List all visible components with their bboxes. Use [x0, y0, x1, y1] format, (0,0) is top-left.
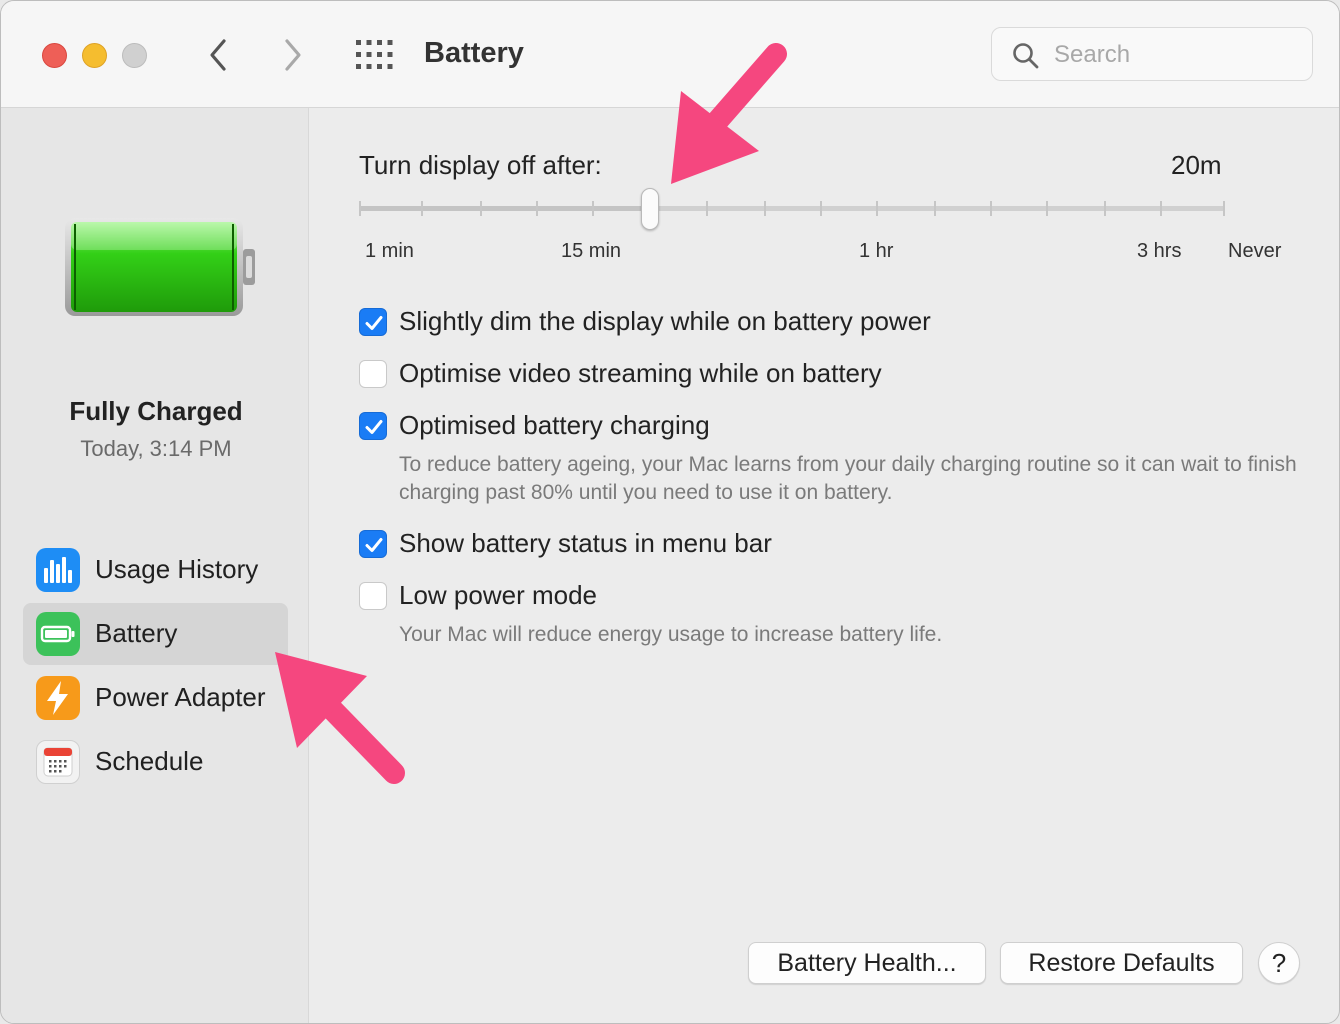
search-field[interactable]	[991, 27, 1313, 81]
slider-tick	[764, 201, 766, 216]
slider-tick	[592, 201, 594, 216]
sidebar-item-battery[interactable]: Battery	[23, 603, 288, 665]
show-all-button[interactable]	[356, 40, 393, 69]
option-label: Optimised battery charging	[399, 410, 710, 440]
battery-health-button[interactable]: Battery Health...	[748, 942, 986, 984]
search-input[interactable]	[1052, 38, 1296, 72]
slider-fill	[359, 206, 650, 211]
display-off-slider-track[interactable]	[359, 206, 1225, 211]
checkmark-icon	[365, 538, 383, 552]
sidebar-item-label: Power Adapter	[95, 682, 266, 712]
chevron-left-icon	[210, 39, 226, 71]
optimised-charging-description: To reduce battery ageing, your Mac learn…	[399, 453, 1297, 504]
forward-button[interactable]	[279, 37, 309, 73]
option-label: Low power mode	[399, 580, 597, 610]
sidebar-item-schedule[interactable]: Schedule	[23, 731, 288, 793]
help-button[interactable]: ?	[1258, 942, 1300, 984]
search-icon	[1013, 43, 1039, 69]
slider-tick-label: 1 min	[365, 240, 414, 262]
slider-tick	[990, 201, 992, 216]
slider-tick-label: Never	[1228, 240, 1282, 262]
slider-tick-label: 15 min	[561, 240, 622, 262]
restore-defaults-button[interactable]: Restore Defaults	[1000, 942, 1243, 984]
option-label: Optimise video streaming while on batter…	[399, 358, 882, 388]
calendar-icon	[36, 740, 80, 784]
low-power-mode-description: Your Mac will reduce energy usage to inc…	[399, 623, 943, 646]
battery-status-time: Today, 3:14 PM	[80, 436, 232, 461]
slider-tick	[421, 201, 423, 216]
sidebar-item-power-adapter[interactable]: Power Adapter	[23, 667, 288, 729]
sidebar-item-label: Usage History	[95, 554, 259, 584]
slider-tick	[820, 201, 822, 216]
checkmark-icon	[365, 420, 383, 434]
display-off-value: 20m	[1171, 150, 1222, 180]
grid-icon	[356, 40, 393, 69]
back-button[interactable]	[204, 37, 234, 73]
menu-bar-status-checkbox[interactable]	[359, 530, 387, 558]
slider-tick	[1104, 201, 1106, 216]
slider-tick	[706, 201, 708, 216]
sidebar-item-usage-history[interactable]: Usage History	[23, 539, 288, 601]
slider-tick	[1223, 201, 1225, 216]
battery-settings-pane: Turn display off after: 20m 1 min 15 min…	[309, 108, 1339, 1023]
sidebar-item-label: Schedule	[95, 746, 204, 776]
dim-display-checkbox[interactable]	[359, 308, 387, 336]
slider-tick	[1046, 201, 1048, 216]
display-off-label: Turn display off after:	[359, 150, 602, 180]
slider-tick	[480, 201, 482, 216]
battery-status-title: Fully Charged	[69, 396, 243, 426]
sidebar: Fully Charged Today, 3:14 PM Usage Histo…	[1, 108, 309, 1023]
chevron-right-icon	[285, 39, 301, 71]
close-window-button[interactable]	[42, 43, 67, 68]
usage-history-icon	[36, 548, 80, 592]
minimize-window-button[interactable]	[82, 43, 107, 68]
battery-status-icon	[65, 218, 255, 316]
power-adapter-icon	[36, 676, 80, 720]
zoom-window-button[interactable]	[122, 43, 147, 68]
option-label: Slightly dim the display while on batter…	[399, 306, 931, 336]
preferences-window: Battery Search Fully Charged Today, 3:14…	[0, 0, 1340, 1024]
slider-tick-label: 3 hrs	[1137, 240, 1182, 262]
window-title: Battery	[424, 37, 524, 69]
slider-tick	[876, 201, 878, 216]
optimise-video-checkbox[interactable]	[359, 360, 387, 388]
title-bar: Battery	[1, 1, 1339, 108]
option-label: Show battery status in menu bar	[399, 528, 772, 558]
sidebar-item-label: Battery	[95, 618, 178, 648]
slider-tick	[934, 201, 936, 216]
slider-tick	[359, 201, 361, 216]
optimised-charging-checkbox[interactable]	[359, 412, 387, 440]
low-power-mode-checkbox[interactable]	[359, 582, 387, 610]
display-off-slider-thumb[interactable]	[640, 188, 659, 230]
slider-tick-label: 1 hr	[859, 240, 894, 262]
checkmark-icon	[365, 316, 383, 330]
slider-tick	[1160, 201, 1162, 216]
slider-tick	[536, 201, 538, 216]
battery-icon	[36, 612, 80, 656]
